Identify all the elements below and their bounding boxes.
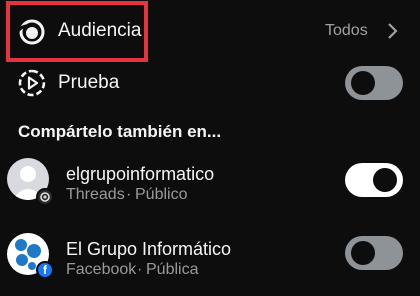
separator-dot: · <box>137 261 143 278</box>
eye-icon <box>17 19 45 45</box>
account-visibility: Público <box>135 186 188 203</box>
toggle-knob <box>351 71 375 95</box>
account-platform: Facebook <box>66 261 137 278</box>
account-row-facebook[interactable]: f El Grupo Informático Facebook · Públic… <box>0 230 420 290</box>
share-section-title: Compártelo también en... <box>18 122 222 141</box>
account-row-threads[interactable]: elgrupoinformatico Threads · Público <box>0 154 420 212</box>
toggle-knob <box>351 241 375 265</box>
facebook-toggle[interactable] <box>345 236 403 270</box>
account-visibility: Pública <box>146 261 199 278</box>
test-label: Prueba <box>58 72 120 93</box>
threads-toggle[interactable] <box>345 163 403 197</box>
play-circle-icon <box>18 69 46 97</box>
toggle-knob <box>373 168 397 192</box>
test-toggle[interactable] <box>345 66 403 100</box>
audience-label: Audiencia <box>58 20 142 41</box>
account-name: elgrupoinformatico <box>66 164 215 184</box>
audience-row[interactable]: Audiencia Todos <box>0 0 420 64</box>
audience-value: Todos <box>325 22 368 39</box>
account-name: El Grupo Informático <box>66 239 232 259</box>
chevron-right-icon <box>388 23 398 39</box>
separator-dot: · <box>126 186 132 203</box>
test-row[interactable]: Prueba <box>0 64 420 102</box>
account-platform: Threads <box>66 186 125 203</box>
threads-badge-icon <box>36 188 54 206</box>
facebook-badge-icon: f <box>36 261 54 279</box>
